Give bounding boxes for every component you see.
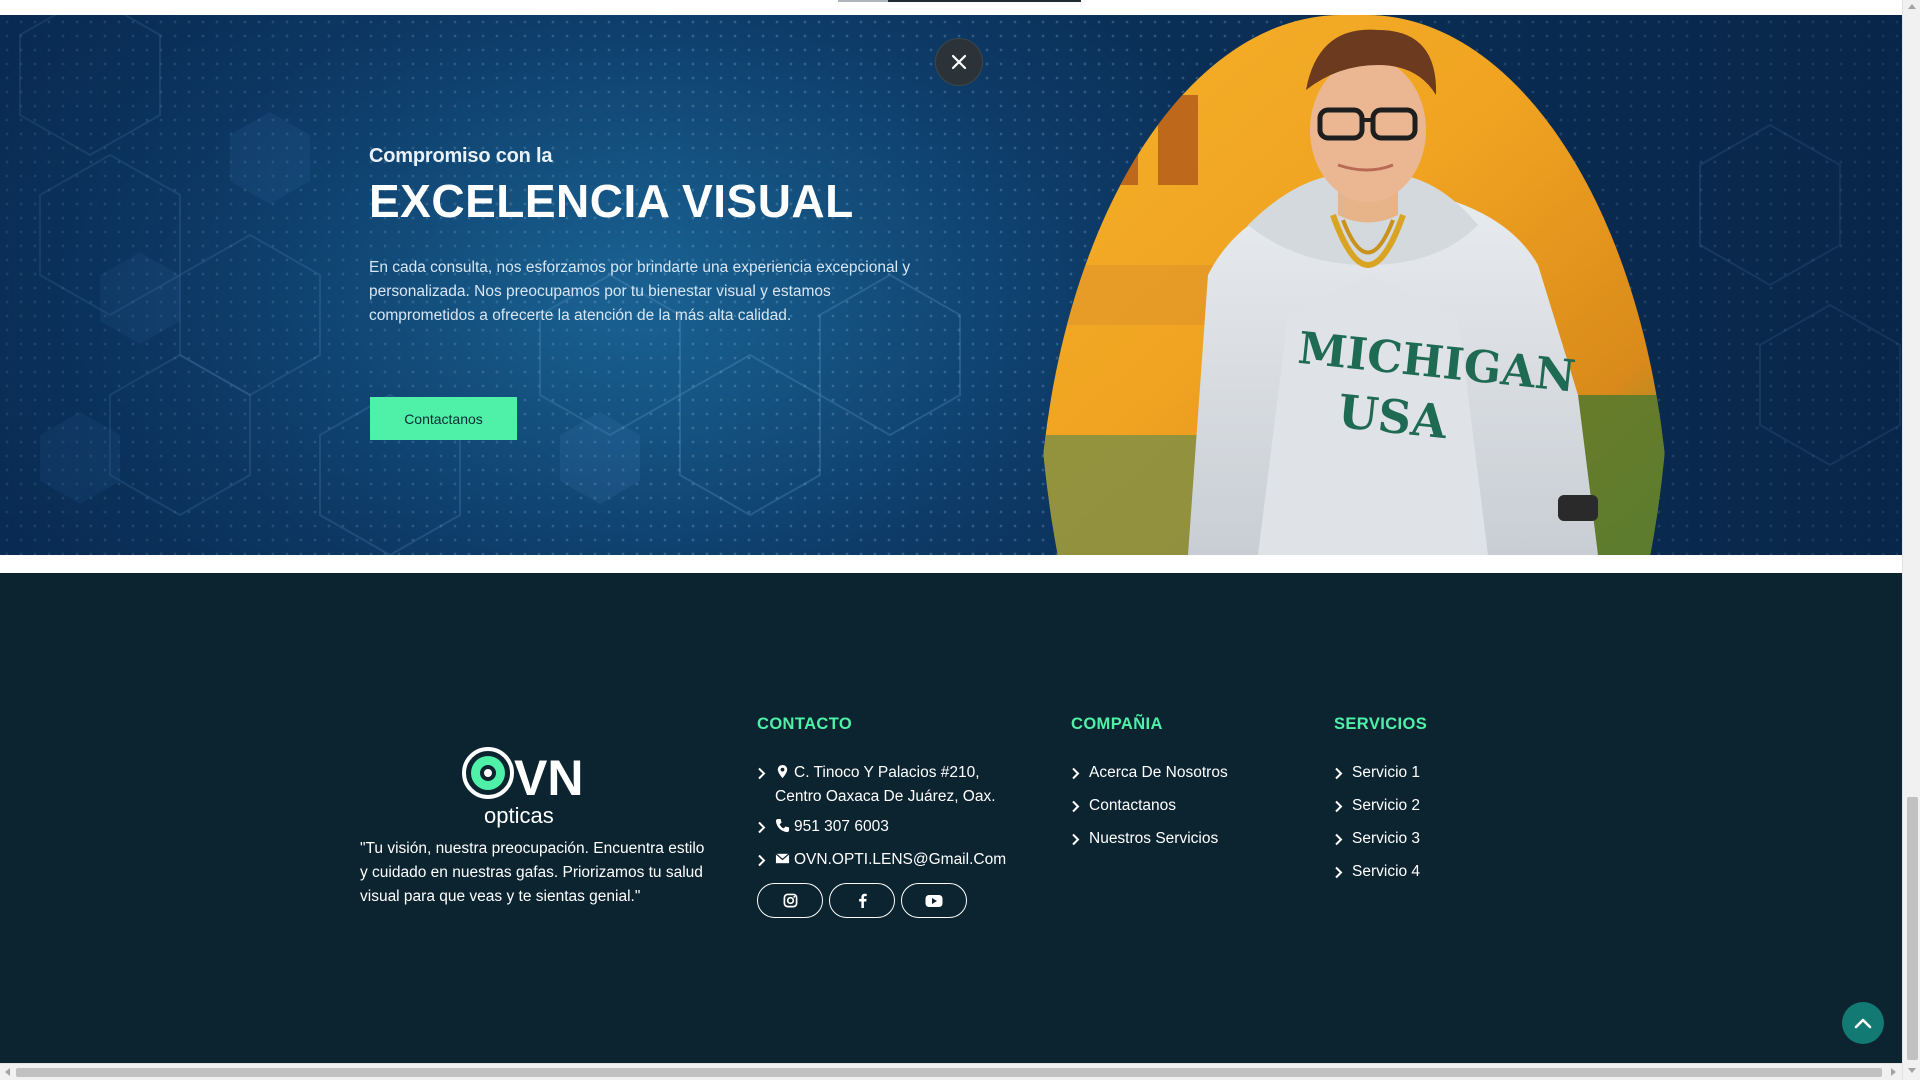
scroll-up-arrow-icon[interactable] bbox=[1908, 4, 1916, 9]
hero-kicker: Compromiso con la bbox=[369, 145, 553, 167]
contact-cta-button[interactable]: Contactanos bbox=[370, 397, 517, 440]
site-footer: VN opticas "Tu visión, nuestra preocupac… bbox=[0, 573, 1902, 1063]
footer-tagline: "Tu visión, nuestra preocupación. Encuen… bbox=[360, 840, 705, 905]
ovn-logo: VN opticas bbox=[462, 747, 583, 828]
service-link-3[interactable]: Servicio 3 bbox=[1334, 827, 1420, 854]
contact-email-text: OVN.OPTI.LENS@Gmail.Com bbox=[794, 851, 1007, 868]
hero-photo-illustration: MICHIGAN USA bbox=[1038, 15, 1670, 555]
company-link-services[interactable]: Nuestros Servicios bbox=[1071, 827, 1228, 854]
chevron-right-icon bbox=[1071, 827, 1089, 854]
slider-indicator-active bbox=[838, 0, 888, 2]
facebook-button[interactable] bbox=[829, 883, 895, 918]
company-link-label: Acerca De Nosotros bbox=[1089, 764, 1228, 781]
facebook-icon bbox=[858, 893, 867, 908]
vertical-scroll-thumb[interactable] bbox=[1907, 797, 1918, 1060]
chevron-right-icon bbox=[1334, 860, 1352, 887]
service-link-1[interactable]: Servicio 1 bbox=[1334, 761, 1420, 788]
contact-list: C. Tinoco Y Palacios #210, Centro Oaxaca… bbox=[757, 761, 1027, 881]
service-link-4[interactable]: Servicio 4 bbox=[1334, 860, 1420, 887]
hero-description: En cada consulta, nos esforzamos por bri… bbox=[369, 259, 911, 324]
instagram-icon bbox=[783, 893, 797, 908]
hero-photo: MICHIGAN USA bbox=[1038, 15, 1670, 555]
contact-phone-text: 951 307 6003 bbox=[794, 818, 889, 835]
company-link-label: Contactanos bbox=[1089, 797, 1177, 814]
horizontal-scrollbar[interactable] bbox=[0, 1063, 1902, 1080]
chevron-right-icon bbox=[1071, 761, 1089, 788]
service-link-2[interactable]: Servicio 2 bbox=[1334, 794, 1420, 821]
chevron-right-icon bbox=[757, 761, 775, 788]
hero-text-block: Compromiso con la EXCELENCIA VISUAL En c… bbox=[369, 145, 929, 328]
contact-email[interactable]: OVN.OPTI.LENS@Gmail.Com bbox=[757, 848, 1027, 875]
horizontal-scroll-thumb[interactable] bbox=[16, 1068, 1882, 1077]
chevron-right-icon bbox=[1334, 794, 1352, 821]
phone-icon bbox=[775, 818, 790, 833]
instagram-button[interactable] bbox=[757, 883, 823, 918]
chevron-right-icon bbox=[1334, 827, 1352, 854]
youtube-icon bbox=[925, 894, 943, 907]
company-link-label: Nuestros Servicios bbox=[1089, 830, 1219, 847]
envelope-icon bbox=[775, 853, 790, 864]
service-link-label: Servicio 1 bbox=[1352, 764, 1421, 781]
service-link-label: Servicio 4 bbox=[1352, 863, 1421, 880]
vertical-scrollbar[interactable] bbox=[1902, 0, 1920, 1080]
close-icon bbox=[951, 54, 967, 70]
contact-title: CONTACTO bbox=[757, 715, 853, 733]
social-links bbox=[757, 883, 967, 918]
map-pin-icon bbox=[777, 764, 788, 779]
chevron-right-icon bbox=[1071, 794, 1089, 821]
top-strip bbox=[0, 0, 1902, 15]
contact-address: C. Tinoco Y Palacios #210, Centro Oaxaca… bbox=[757, 761, 1027, 809]
company-link-about[interactable]: Acerca De Nosotros bbox=[1071, 761, 1228, 788]
chevron-right-icon bbox=[757, 815, 775, 842]
scroll-to-top-button[interactable] bbox=[1842, 1002, 1884, 1044]
company-links: Acerca De Nosotros Contactanos Nuestros … bbox=[1071, 761, 1228, 860]
services-links: Servicio 1 Servicio 2 Servicio 3 Servici… bbox=[1334, 761, 1420, 893]
logo-wordmark: VN bbox=[514, 750, 583, 806]
chevron-up-icon bbox=[1854, 1018, 1872, 1029]
company-link-contact[interactable]: Contactanos bbox=[1071, 794, 1228, 821]
scroll-down-arrow-icon[interactable] bbox=[1908, 1068, 1916, 1073]
contact-phone[interactable]: 951 307 6003 bbox=[757, 815, 1027, 842]
service-link-label: Servicio 2 bbox=[1352, 797, 1421, 814]
close-button[interactable] bbox=[935, 38, 983, 86]
hero-banner: MICHIGAN USA Compromiso con la EXCELENCI… bbox=[0, 15, 1902, 555]
chevron-right-icon bbox=[757, 848, 775, 875]
scroll-left-arrow-icon[interactable] bbox=[5, 1068, 10, 1076]
services-title: SERVICIOS bbox=[1334, 715, 1428, 733]
contact-address-text: C. Tinoco Y Palacios #210, Centro Oaxaca… bbox=[775, 764, 996, 805]
page: MICHIGAN USA Compromiso con la EXCELENCI… bbox=[0, 0, 1902, 1063]
hero-title: EXCELENCIA VISUAL bbox=[369, 175, 854, 227]
youtube-button[interactable] bbox=[901, 883, 967, 918]
section-gap bbox=[0, 555, 1902, 573]
company-title: COMPAÑIA bbox=[1071, 715, 1163, 733]
hoodie-text-line2: USA bbox=[1335, 384, 1450, 449]
chevron-right-icon bbox=[1334, 761, 1352, 788]
service-link-label: Servicio 3 bbox=[1352, 830, 1421, 847]
scroll-right-arrow-icon[interactable] bbox=[1891, 1068, 1896, 1076]
logo-subtitle: opticas bbox=[484, 803, 554, 828]
